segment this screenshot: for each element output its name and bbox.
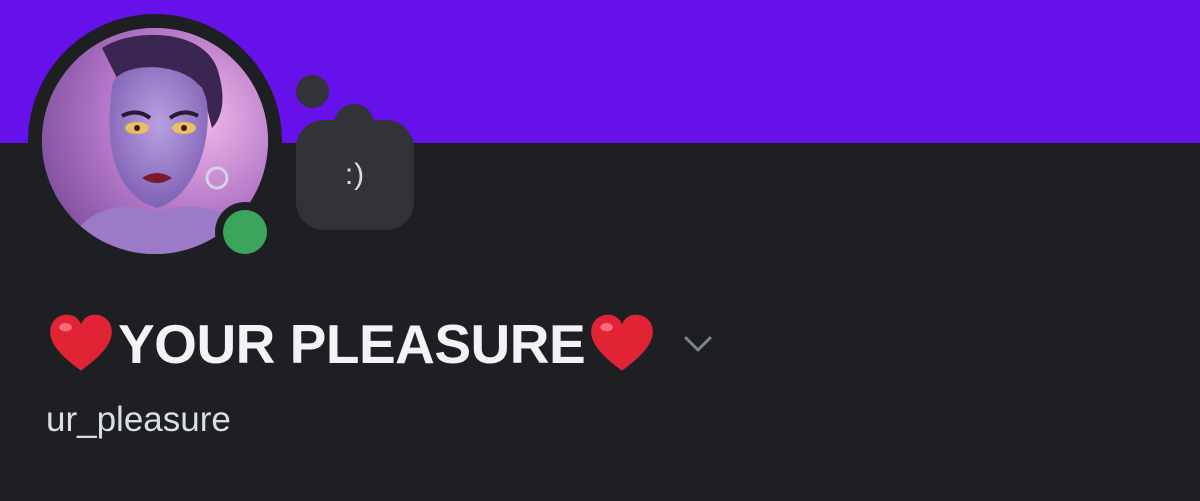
online-status-icon xyxy=(223,210,267,254)
user-profile-card: :) YOUR PLEASURE ur_pleasure xyxy=(0,0,1200,501)
username: ur_pleasure xyxy=(46,400,231,439)
custom-status-text: :) xyxy=(344,158,366,191)
heart-icon xyxy=(587,309,657,379)
display-name-row[interactable]: YOUR PLEASURE xyxy=(46,306,715,382)
chevron-down-icon[interactable] xyxy=(681,327,715,361)
custom-status-bubble[interactable]: :) xyxy=(296,120,414,230)
heart-icon xyxy=(46,309,116,379)
display-name: YOUR PLEASURE xyxy=(118,313,586,375)
thought-bubble-dot-small xyxy=(296,75,329,108)
status-indicator xyxy=(215,202,275,262)
